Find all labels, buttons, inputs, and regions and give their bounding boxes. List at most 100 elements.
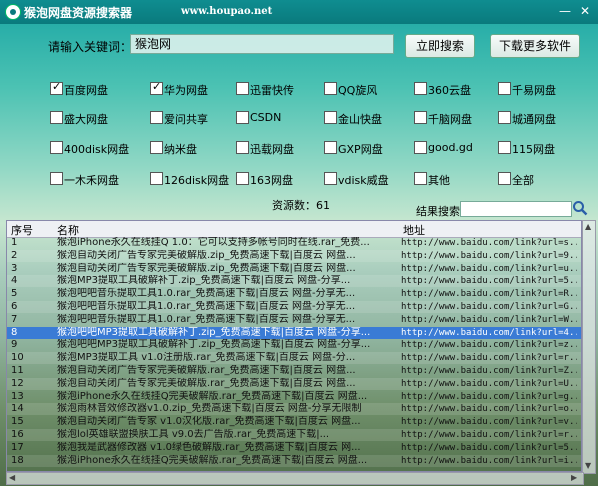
row-index: 14 — [11, 403, 24, 415]
row-name: 猴泡吧吧MP3提取工具破解补丁.zip_免费高速下载|百度云 网盘-分享... — [57, 326, 371, 338]
table-row[interactable]: 11 猴泡自动关闭广告专家完美破解版.rar_免费高速下载|百度云 网盘... ht… — [7, 365, 581, 377]
source-checkbox-label: 全部 — [512, 174, 534, 187]
row-name: 猴泡吧吧音乐提取工具1.0.rar_免费高速下载|百度云 网盘-分享无... — [57, 313, 356, 325]
checkbox-unchecked-icon[interactable] — [324, 172, 337, 185]
row-name: 猴泡iPhone永久在线挂Q完美破解版.rar_免费高速下载|百度云 网盘... — [57, 390, 368, 402]
row-name: 猴泡iPhone永久在线挂Q 1.0：它可以支持多帐号同时在线.rar_免费..… — [57, 237, 370, 248]
row-index: 4 — [11, 275, 18, 287]
checkbox-checked-icon[interactable] — [50, 80, 63, 95]
row-index: 7 — [11, 313, 18, 325]
row-index: 3 — [11, 262, 18, 274]
source-checkbox-label: 城通网盘 — [512, 113, 556, 126]
row-index: 15 — [11, 416, 24, 428]
scroll-up-icon[interactable]: ▲ — [585, 222, 591, 231]
source-checkbox-label: 爱问共享 — [164, 113, 208, 126]
checkbox-unchecked-icon[interactable] — [50, 172, 63, 185]
search-icon[interactable] — [572, 200, 588, 216]
checkbox-unchecked-icon[interactable] — [414, 141, 427, 154]
checkbox-unchecked-icon[interactable] — [324, 111, 337, 124]
minimize-button[interactable]: — — [556, 3, 574, 19]
source-checkbox-label: CSDN — [250, 111, 282, 124]
checkbox-checked-icon[interactable] — [150, 80, 163, 95]
column-header-index[interactable]: 序号 — [11, 222, 33, 238]
app-logo-icon — [5, 4, 21, 20]
row-index: 11 — [11, 365, 24, 376]
download-more-button[interactable]: 下载更多软件 — [490, 34, 580, 58]
table-row[interactable]: 3 猴泡自动关闭广告专家完美破解版.zip_免费高速下载|百度云 网盘... htt… — [7, 263, 581, 275]
table-row[interactable]: 2 猴泡自动关闭广告专家完美破解版.zip_免费高速下载|百度云 网盘... htt… — [7, 249, 581, 262]
checkbox-unchecked-icon[interactable] — [498, 111, 511, 124]
checkbox-unchecked-icon[interactable] — [150, 141, 163, 154]
table-row[interactable]: 14 猴泡雨林音效修改器v1.0.zip_免费高速下载|百度云 网盘-分享无限制 h… — [7, 403, 581, 416]
table-row[interactable]: 7 猴泡吧吧音乐提取工具1.0.rar_免费高速下载|百度云 网盘-分享无... h… — [7, 314, 581, 326]
table-row[interactable]: 5 猴泡吧吧音乐提取工具1.0.rar_免费高速下载|百度云 网盘-分享无... h… — [7, 288, 581, 300]
scroll-down-icon[interactable]: ▼ — [585, 461, 591, 470]
row-address: http://www.baidu.com/link?url=Z... — [401, 366, 577, 376]
source-checkbox-label: 126disk网盘 — [164, 174, 230, 187]
row-name: 猴泡自动关闭广告专家完美破解版.rar_免费高速下载|百度云 网盘... — [57, 365, 356, 376]
source-checkbox-label: 其他 — [428, 174, 450, 187]
checkbox-unchecked-icon[interactable] — [236, 82, 249, 95]
scroll-left-icon[interactable]: ◀ — [9, 473, 15, 482]
checkbox-unchecked-icon[interactable] — [50, 141, 63, 154]
table-row[interactable]: 10 猴泡MP3提取工具 v1.0注册版.rar_免费高速下载|百度云 网盘-分.… — [7, 352, 581, 365]
source-checkbox-label: 115网盘 — [512, 143, 555, 156]
row-address: http://www.baidu.com/link?url=5... — [401, 442, 577, 453]
table-row[interactable]: 1 猴泡iPhone永久在线挂Q 1.0：它可以支持多帐号同时在线.rar_免费.… — [7, 237, 581, 249]
checkbox-unchecked-icon[interactable] — [498, 82, 511, 95]
keyword-label: 请输入关键词： — [48, 40, 133, 54]
table-row[interactable]: 12 猴泡自动关闭广告专家完美破解版.rar_免费高速下载|百度云 网盘... ht… — [7, 377, 581, 390]
source-checkbox-label: 迅载网盘 — [250, 143, 294, 156]
checkbox-unchecked-icon[interactable] — [150, 172, 163, 185]
checkbox-unchecked-icon[interactable] — [150, 111, 163, 124]
source-checkbox-label: 华为网盘 — [164, 84, 208, 97]
table-row[interactable]: 8 猴泡吧吧MP3提取工具破解补丁.zip_免费高速下载|百度云 网盘-分享...… — [7, 326, 581, 339]
row-index: 6 — [11, 301, 18, 312]
table-row[interactable]: 17 猴泡我是武器修改器 v1.0绿色破解版.rar_免费高速下载|百度云 网..… — [7, 442, 581, 454]
result-filter-input[interactable] — [460, 201, 572, 217]
table-row[interactable]: 6 猴泡吧吧音乐提取工具1.0.rar_免费高速下载|百度云 网盘-分享无... h… — [7, 301, 581, 313]
source-checkbox-label: QQ旋风 — [338, 84, 378, 97]
row-address: http://www.baidu.com/link?url=g... — [401, 391, 577, 402]
row-name: 猴泡吧吧音乐提取工具1.0.rar_免费高速下载|百度云 网盘-分享无... — [57, 288, 356, 300]
row-address: http://www.baidu.com/link?url=G... — [401, 302, 577, 312]
table-body: 1 猴泡iPhone永久在线挂Q 1.0：它可以支持多帐号同时在线.rar_免费.… — [7, 237, 581, 471]
checkbox-unchecked-icon[interactable] — [324, 82, 337, 95]
table-row[interactable]: 13 猴泡iPhone永久在线挂Q完美破解版.rar_免费高速下载|百度云 网盘.… — [7, 391, 581, 403]
keyword-input[interactable]: 猴泡网 — [130, 34, 394, 54]
column-header-name[interactable]: 名称 — [57, 222, 79, 238]
row-address: http://www.baidu.com/link?url=5... — [401, 276, 577, 287]
row-index: 10 — [11, 352, 24, 364]
scroll-right-icon[interactable]: ▶ — [571, 473, 577, 482]
row-name: 猴泡自动关闭广告专家 v1.0汉化版.rar_免费高速下载|百度云 网盘... — [57, 416, 361, 428]
source-checkbox-label: 百度网盘 — [64, 84, 108, 97]
row-address: http://www.baidu.com/link?url=r... — [401, 353, 577, 364]
row-index: 5 — [11, 288, 18, 300]
result-filter-label: 结果搜索 — [416, 205, 460, 218]
checkbox-unchecked-icon[interactable] — [50, 111, 63, 124]
site-url: www.houpao.net — [181, 6, 273, 17]
horizontal-scrollbar[interactable]: ◀ ▶ — [6, 472, 584, 485]
checkbox-unchecked-icon[interactable] — [324, 141, 337, 154]
table-row[interactable]: 16 猴泡lol英雄联盟换肤工具 v9.0去广告版.rar_免费高速下载|... h… — [7, 429, 581, 441]
table-row[interactable]: 4 猴泡MP3提取工具破解补丁.zip_免费高速下载|百度云 网盘-分享... ht… — [7, 275, 581, 288]
close-button[interactable]: ✕ — [576, 3, 594, 19]
row-index: 2 — [11, 249, 18, 261]
checkbox-unchecked-icon[interactable] — [236, 172, 249, 185]
row-address: http://www.baidu.com/link?url=o... — [401, 404, 577, 415]
checkbox-unchecked-icon[interactable] — [498, 141, 511, 154]
table-header: 序号 名称 地址 — [7, 221, 581, 238]
checkbox-unchecked-icon[interactable] — [414, 111, 427, 124]
table-row[interactable]: 15 猴泡自动关闭广告专家 v1.0汉化版.rar_免费高速下载|百度云 网盘..… — [7, 416, 581, 428]
column-header-address[interactable]: 地址 — [403, 222, 425, 238]
search-button[interactable]: 立即搜索 — [405, 34, 475, 58]
checkbox-unchecked-icon[interactable] — [498, 172, 511, 185]
checkbox-unchecked-icon[interactable] — [414, 82, 427, 95]
table-row[interactable]: 9 猴泡吧吧MP3提取工具破解补丁.zip_免费高速下载|百度云 网盘-分享...… — [7, 339, 581, 351]
table-row[interactable]: 18 猴泡iPhone永久在线挂Q完美破解版.rar_免费高速下载|百度云 网盘.… — [7, 454, 581, 467]
vertical-scrollbar[interactable]: ▲ ▼ — [582, 220, 596, 474]
row-address: http://www.baidu.com/link?url=r... — [401, 430, 577, 440]
checkbox-unchecked-icon[interactable] — [236, 111, 249, 124]
checkbox-unchecked-icon[interactable] — [236, 141, 249, 154]
checkbox-unchecked-icon[interactable] — [414, 172, 427, 185]
